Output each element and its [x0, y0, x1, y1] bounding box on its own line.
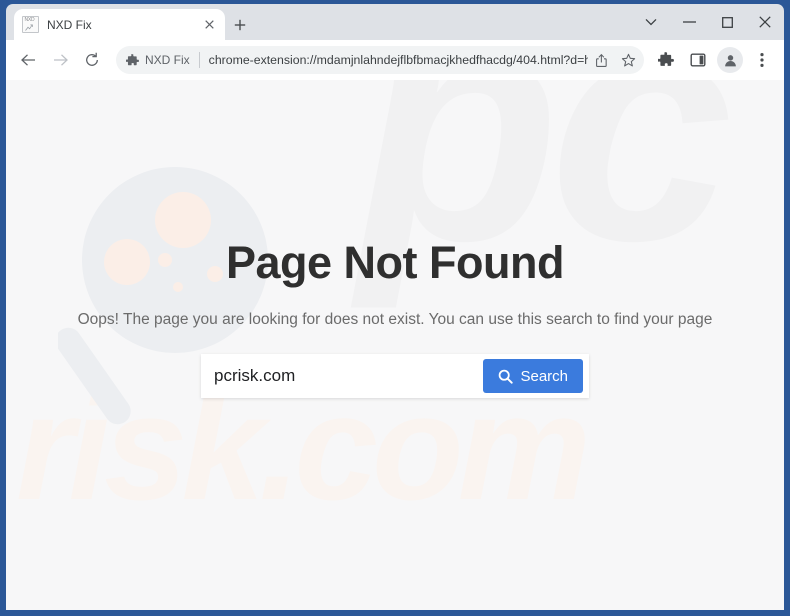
- close-icon: [759, 16, 771, 28]
- arrow-right-icon: [53, 54, 68, 66]
- extension-origin-chip[interactable]: NXD Fix: [126, 53, 190, 67]
- search-icon: [499, 369, 514, 384]
- side-panel-button[interactable]: [684, 46, 712, 74]
- tab-nxd-fix[interactable]: NXD NXD Fix: [14, 9, 225, 40]
- plus-icon: [234, 19, 246, 31]
- address-bar[interactable]: NXD Fix chrome-extension://mdamjnlahndej…: [116, 46, 644, 74]
- omnibox-divider: [198, 52, 200, 68]
- new-tab-button[interactable]: [228, 13, 252, 37]
- side-panel-icon: [690, 53, 706, 67]
- tab-close-icon[interactable]: [201, 17, 217, 33]
- share-glyph: [595, 53, 607, 67]
- browser-window: NXD NXD Fix NXD Fix chrome-extension://m…: [0, 0, 790, 616]
- three-dot-menu-icon: [760, 53, 764, 67]
- search-form: Search: [201, 354, 589, 398]
- forward-button[interactable]: [46, 46, 74, 74]
- profile-avatar[interactable]: [717, 47, 743, 73]
- maximize-icon: [721, 16, 733, 28]
- search-button[interactable]: Search: [483, 359, 583, 393]
- window-caption-buttons: [632, 4, 784, 40]
- chevron-down-icon: [645, 18, 657, 26]
- extension-chip-label: NXD Fix: [145, 53, 190, 67]
- puzzle-icon: [658, 52, 674, 66]
- maximize-window-button[interactable]: [708, 4, 746, 40]
- star-glyph: [621, 53, 635, 66]
- browser-toolbar: NXD Fix chrome-extension://mdamjnlahndej…: [6, 40, 784, 80]
- chrome-menu-button[interactable]: [748, 46, 776, 74]
- broken-image-glyph: [25, 24, 33, 31]
- page-viewport: pc risk.com Page Not Found Oops! The pag…: [6, 80, 784, 610]
- arrow-left-icon: [20, 54, 35, 66]
- minimize-window-button[interactable]: [670, 4, 708, 40]
- minimize-icon: [682, 21, 696, 23]
- reload-button[interactable]: [78, 46, 106, 74]
- page-title: Page Not Found: [226, 237, 564, 288]
- error-page-content: Page Not Found Oops! The page you are lo…: [6, 80, 784, 610]
- tab-title: NXD Fix: [47, 17, 92, 32]
- reload-icon: [86, 52, 98, 66]
- back-button[interactable]: [14, 46, 42, 74]
- page-subtitle: Oops! The page you are looking for does …: [77, 311, 713, 328]
- person-icon: [724, 54, 736, 66]
- search-button-label: Search: [520, 367, 568, 385]
- bookmark-star-icon[interactable]: [616, 48, 640, 72]
- close-x-glyph: [204, 20, 214, 29]
- close-window-button[interactable]: [746, 4, 784, 40]
- extensions-button[interactable]: [652, 46, 680, 74]
- tab-favicon-broken-image-icon: NXD: [22, 16, 39, 33]
- favicon-alt-text: NXD: [24, 17, 35, 23]
- share-icon[interactable]: [590, 48, 614, 72]
- tab-strip: NXD NXD Fix: [6, 4, 784, 40]
- search-input[interactable]: [201, 355, 484, 397]
- omnibox-url-text: chrome-extension://mdamjnlahndejflbfbmac…: [208, 53, 588, 67]
- puzzle-icon: [126, 53, 139, 65]
- tab-search-button[interactable]: [632, 4, 670, 40]
